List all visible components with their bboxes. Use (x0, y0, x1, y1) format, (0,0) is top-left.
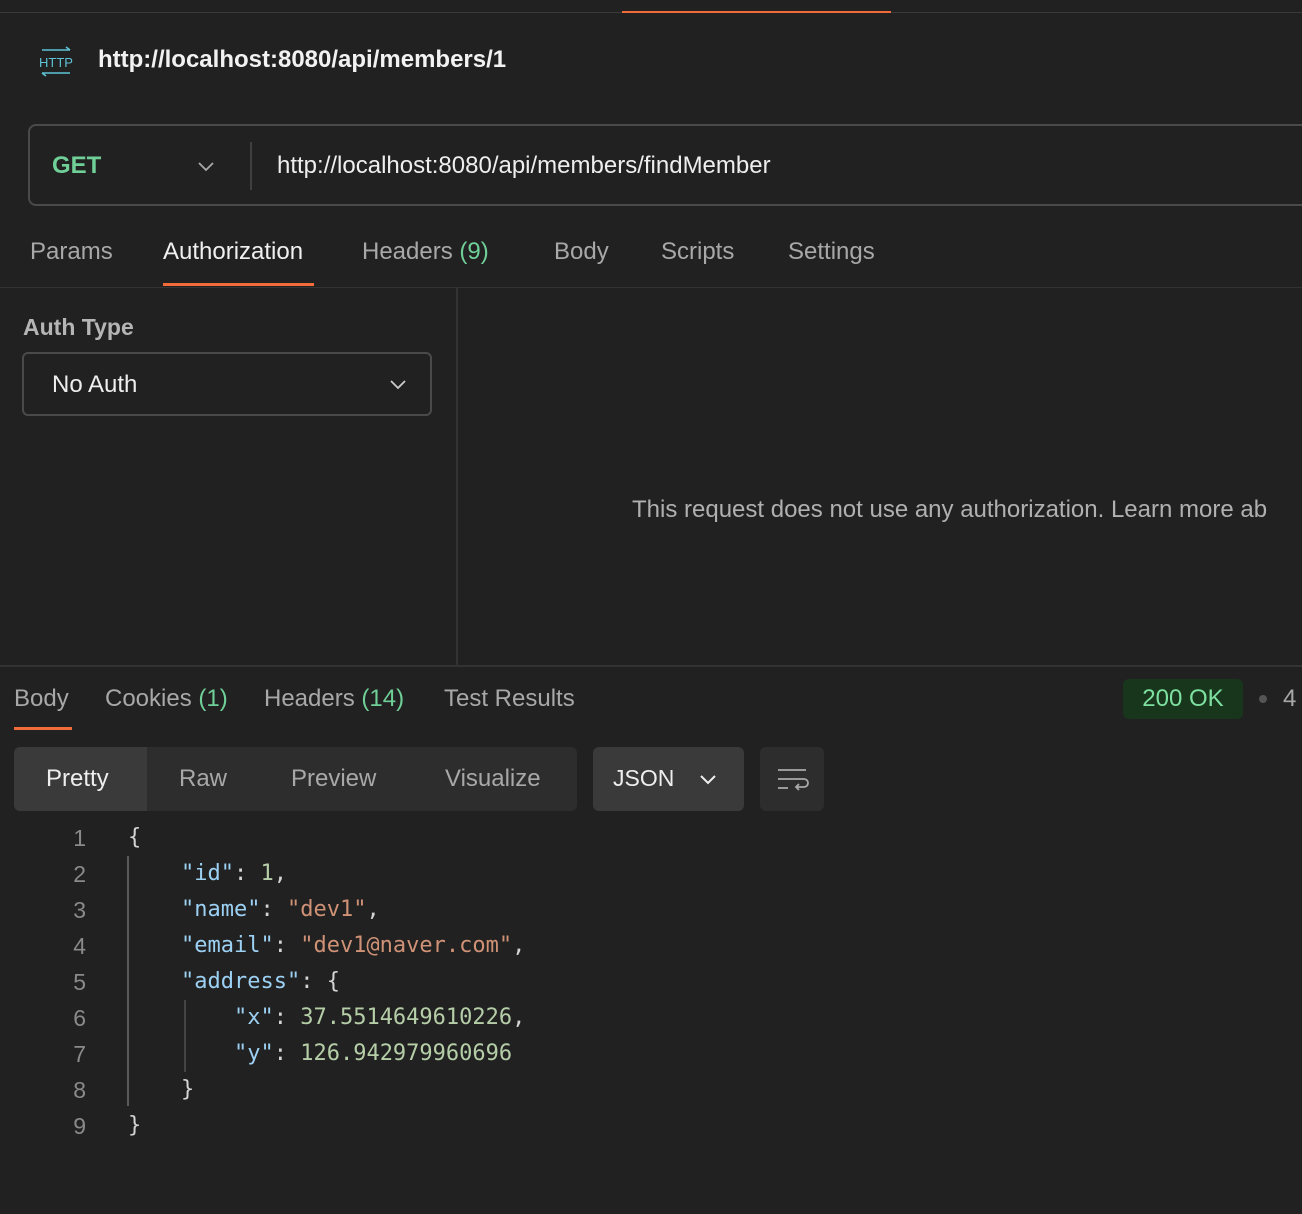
status-badge[interactable]: 200 OK (1123, 679, 1243, 719)
line-number: 4 (73, 933, 86, 959)
json-number: 37.5514649610226 (300, 1005, 513, 1030)
wrap-lines-icon (778, 769, 809, 791)
divider (456, 288, 458, 666)
json-punctuation (128, 861, 181, 886)
tab-authorization[interactable]: Authorization (163, 238, 303, 266)
divider (0, 287, 1302, 288)
chevron-down-icon[interactable] (196, 156, 216, 176)
json-key: "id" (180, 861, 234, 886)
line-number: 2 (73, 861, 86, 887)
json-punctuation: : (260, 897, 287, 922)
json-punctuation: , (512, 933, 526, 958)
code-text: "id": 1, (128, 856, 287, 892)
auth-type-label: Auth Type (23, 314, 134, 340)
view-mode-preview[interactable]: Preview (291, 765, 376, 793)
line-number: 9 (73, 1113, 86, 1139)
json-punctuation (128, 897, 181, 922)
response-time[interactable]: 4 (1283, 685, 1296, 713)
json-key: "address" (180, 969, 301, 994)
svg-text:HTTP: HTTP (39, 55, 73, 70)
headers-count: (9) (459, 238, 489, 265)
tab-headers[interactable]: Headers (9) (362, 238, 489, 266)
pane-divider[interactable] (0, 665, 1302, 667)
tab-label: Headers (362, 238, 453, 265)
tab-params[interactable]: Params (30, 238, 113, 266)
json-punctuation: } (128, 1113, 142, 1138)
code-text: "y": 126.942979960696 (128, 1036, 512, 1072)
active-tab-underline (163, 283, 314, 286)
separator-dot (1259, 695, 1267, 703)
json-number: 1 (260, 861, 274, 886)
json-key: "y" (233, 1041, 274, 1066)
view-mode-visualize[interactable]: Visualize (445, 765, 541, 793)
json-punctuation: : (273, 1041, 301, 1066)
response-tab-cookies[interactable]: Cookies (1) (105, 685, 228, 713)
wrap-lines-button[interactable] (760, 747, 824, 811)
line-number: 6 (73, 1005, 86, 1031)
http-icon: HTTP (39, 46, 73, 77)
code-text: } (128, 1072, 194, 1108)
line-number: 1 (73, 825, 86, 851)
json-punctuation (128, 1005, 234, 1030)
active-tab-underline (14, 727, 72, 730)
json-key: "name" (180, 897, 261, 922)
view-mode-raw[interactable]: Raw (179, 765, 227, 793)
json-punctuation: : (233, 861, 261, 886)
tab-scripts[interactable]: Scripts (661, 238, 734, 266)
json-punctuation: } (128, 1077, 195, 1102)
response-tab-body[interactable]: Body (14, 685, 69, 713)
code-text: "name": "dev1", (128, 892, 380, 928)
code-text: } (128, 1108, 141, 1144)
url-input[interactable]: http://localhost:8080/api/members/findMe… (277, 152, 771, 180)
json-punctuation: : { (300, 969, 340, 994)
method-select[interactable]: GET (52, 152, 101, 180)
json-punctuation: { (128, 825, 142, 850)
json-punctuation: , (366, 897, 380, 922)
format-value: JSON (613, 765, 675, 791)
json-key: "email" (180, 933, 274, 958)
chevron-down-icon (700, 775, 716, 785)
json-punctuation (128, 933, 181, 958)
code-text: "x": 37.5514649610226, (128, 1000, 525, 1036)
code-text: { (128, 820, 141, 856)
cookies-count: (1) (198, 685, 228, 712)
chevron-down-icon[interactable] (388, 374, 408, 394)
request-title[interactable]: http://localhost:8080/api/members/1 (98, 46, 506, 74)
json-punctuation (128, 1041, 234, 1066)
auth-type-value: No Auth (52, 371, 138, 398)
json-number: 126.942979960696 (300, 1041, 513, 1066)
line-number: 7 (73, 1041, 86, 1067)
line-number: 8 (73, 1077, 86, 1103)
tab-label: Cookies (105, 685, 192, 712)
json-punctuation (128, 969, 181, 994)
view-mode-pretty[interactable]: Pretty (46, 765, 109, 793)
headers-count: (14) (361, 685, 405, 712)
json-punctuation: : (273, 1005, 301, 1030)
json-punctuation: , (512, 1005, 526, 1030)
url-separator (250, 142, 252, 190)
tab-label: Headers (264, 685, 355, 712)
json-string: "dev1" (286, 897, 367, 922)
tab-body[interactable]: Body (554, 238, 609, 266)
line-number: 3 (73, 897, 86, 923)
code-text: "address": { (128, 964, 340, 1000)
json-key: "x" (233, 1005, 274, 1030)
line-number: 5 (73, 969, 86, 995)
tab-settings[interactable]: Settings (788, 238, 875, 266)
json-string: "dev1@naver.com" (300, 933, 513, 958)
response-tab-test-results[interactable]: Test Results (444, 685, 575, 713)
json-punctuation: , (273, 861, 287, 886)
code-text: "email": "dev1@naver.com", (128, 928, 525, 964)
json-punctuation: : (273, 933, 301, 958)
active-request-tab-indicator (622, 11, 891, 13)
no-auth-message: This request does not use any authorizat… (632, 496, 1268, 523)
response-tab-headers[interactable]: Headers (14) (264, 685, 404, 713)
